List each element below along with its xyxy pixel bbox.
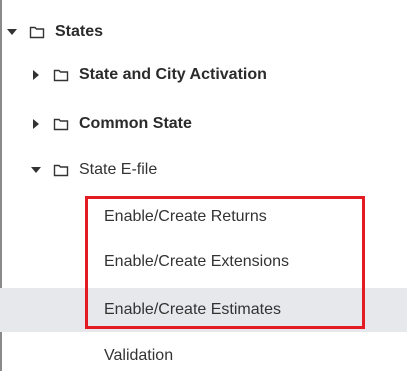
- folder-icon: [29, 25, 45, 39]
- tree-view: States State and City Activation Common …: [0, 0, 407, 371]
- caret-down-icon[interactable]: [29, 163, 43, 177]
- caret-down-icon[interactable]: [5, 25, 19, 39]
- tree-leaf-label: Enable/Create Estimates: [104, 301, 281, 318]
- tree-node-common-state[interactable]: Common State: [0, 102, 407, 146]
- tree-node-label: State E-file: [79, 161, 158, 178]
- tree-leaf-label: Enable/Create Returns: [104, 208, 267, 225]
- tree-leaf-label: Enable/Create Extensions: [104, 253, 289, 270]
- caret-right-icon[interactable]: [29, 117, 43, 131]
- tree-leaf-enable-create-extensions[interactable]: Enable/Create Extensions: [0, 240, 407, 284]
- tree-leaf-validation[interactable]: Validation: [0, 334, 407, 378]
- folder-icon: [53, 163, 69, 177]
- tree-node-label: States: [55, 23, 104, 40]
- tree-node-label: State and City Activation: [79, 66, 267, 83]
- tree-node-states[interactable]: States: [0, 10, 407, 54]
- tree-node-state-and-city-activation[interactable]: State and City Activation: [0, 53, 407, 97]
- tree-node-label: Common State: [79, 115, 192, 132]
- tree-leaf-enable-create-returns[interactable]: Enable/Create Returns: [0, 195, 407, 239]
- folder-icon: [53, 117, 69, 131]
- folder-icon: [53, 68, 69, 82]
- tree-leaf-enable-create-estimates[interactable]: Enable/Create Estimates: [0, 288, 407, 332]
- tree-leaf-label: Validation: [104, 347, 174, 364]
- tree-node-state-e-file[interactable]: State E-file: [0, 148, 407, 192]
- caret-right-icon[interactable]: [29, 68, 43, 82]
